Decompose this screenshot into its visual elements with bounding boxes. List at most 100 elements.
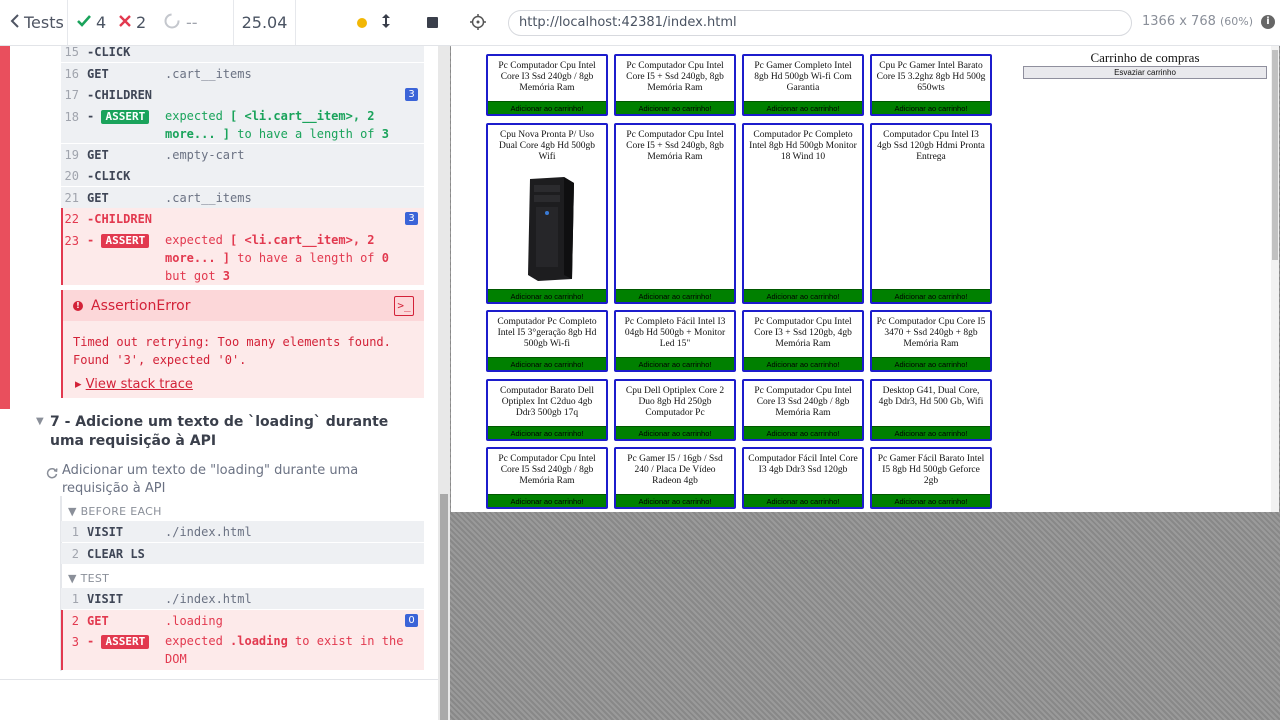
command-row[interactable]: 16 GET .cart__items — [61, 63, 424, 84]
add-to-cart-button[interactable]: Adicionar ao carrinho! — [616, 357, 734, 370]
command-row[interactable]: 2 CLEAR LS — [61, 543, 424, 564]
scroll-arrows-icon[interactable] — [381, 13, 391, 33]
product-title: Computador Fácil Intel Core I3 4gb Ddr3 … — [748, 454, 858, 475]
element-count-badge: 3 — [405, 212, 418, 225]
chevron-left-icon — [10, 13, 20, 32]
failed-test-indicator — [0, 46, 10, 409]
product-card: Pc Gamer Fácil Barato Intel I5 8gb Hd 50… — [870, 447, 992, 509]
product-title: Pc Gamer Completo Intel 8gb Hd 500gb Wi-… — [754, 61, 852, 93]
product-card: Cpu Nova Pronta P/ Uso Dual Core 4gb Hd … — [486, 123, 608, 304]
app-under-test-panel: http://localhost:42381/index.html 1366 x… — [450, 0, 1280, 720]
product-title: Pc Computador Cpu Intel Core I5 + Ssd 24… — [626, 130, 724, 162]
selector-playground-icon[interactable] — [470, 14, 486, 30]
passed-count: 4 — [68, 0, 114, 45]
assert-badge: ASSERT — [101, 234, 150, 248]
assertion-error-header: ! AssertionError >_ — [63, 290, 424, 321]
error-title: AssertionError — [91, 297, 191, 314]
product-card: Pc Gamer Completo Intel 8gb Hd 500gb Wi-… — [742, 54, 864, 116]
open-in-ide-icon[interactable]: >_ — [394, 296, 414, 316]
product-title: Computador Pc Completo Intel 8gb Hd 500g… — [749, 130, 857, 162]
command-row[interactable]: 20 -CLICK — [61, 165, 424, 186]
command-row[interactable]: 1 VISIT ./index.html — [61, 521, 424, 542]
add-to-cart-button[interactable]: Adicionar ao carrinho! — [872, 289, 990, 302]
product-title: Computador Barato Dell Optiplex Int C2du… — [500, 386, 594, 418]
before-each-hook[interactable]: ▼ BEFORE EACH — [68, 505, 162, 518]
add-to-cart-button[interactable]: Adicionar ao carrinho! — [744, 101, 862, 114]
product-title: Computador Pc Completo Intel I5 3°geraçã… — [497, 317, 597, 349]
add-to-cart-button[interactable]: Adicionar ao carrinho! — [616, 426, 734, 439]
add-to-cart-button[interactable]: Adicionar ao carrinho! — [488, 426, 606, 439]
info-icon[interactable]: i — [1261, 15, 1275, 29]
product-card: Desktop G41, Dual Core, 4gb Ddr3, Hd 500… — [870, 379, 992, 441]
command-row-failed[interactable]: 3 - ASSERT expected .loading to exist in… — [61, 631, 424, 670]
add-to-cart-button[interactable]: Adicionar ao carrinho! — [744, 357, 862, 370]
product-card: Pc Computador Cpu Intel Core I5 + Ssd 24… — [614, 54, 736, 116]
product-card: Pc Computador Cpu Intel Core I3 Ssd 240g… — [486, 54, 608, 116]
product-card: Computador Barato Dell Optiplex Int C2du… — [486, 379, 608, 441]
command-row-failed[interactable]: 22 -CHILDREN 3 — [61, 208, 424, 229]
product-title: Pc Computador Cpu Intel Core I3 Ssd 240g… — [754, 386, 852, 418]
add-to-cart-button[interactable]: Adicionar ao carrinho! — [872, 494, 990, 507]
tests-toggle-button[interactable]: Tests — [0, 0, 68, 45]
command-row-failed[interactable]: 23 - ASSERT expected [ <li.cart__item>, … — [61, 229, 424, 285]
product-card: Computador Pc Completo Intel I5 3°geraçã… — [486, 310, 608, 372]
add-to-cart-button[interactable]: Adicionar ao carrinho! — [616, 101, 734, 114]
add-to-cart-button[interactable]: Adicionar ao carrinho! — [744, 289, 862, 302]
add-to-cart-button[interactable]: Adicionar ao carrinho! — [616, 289, 734, 302]
add-to-cart-button[interactable]: Adicionar ao carrinho! — [872, 101, 990, 114]
viewport-size: 1366 x 768 (60%) — [1142, 14, 1254, 29]
add-to-cart-button[interactable]: Adicionar ao carrinho! — [488, 357, 606, 370]
product-title: Pc Computador Cpu Intel Core I3 + Ssd 12… — [754, 317, 852, 349]
product-card: Cpu Pc Gamer Intel Barato Core I5 3.2ghz… — [870, 54, 992, 116]
command-row[interactable]: 18 - ASSERT expected [ <li.cart__item>, … — [61, 105, 424, 143]
product-title: Pc Computador Cpu Intel Core I5 + Ssd 24… — [626, 61, 724, 93]
collapse-caret-icon[interactable]: ▼ — [36, 416, 44, 427]
url-display[interactable]: http://localhost:42381/index.html — [508, 10, 1132, 36]
auto-scroll-dot-icon[interactable] — [357, 17, 367, 28]
failed-command-marker — [61, 208, 63, 285]
add-to-cart-button[interactable]: Adicionar ao carrinho! — [616, 494, 734, 507]
add-to-cart-button[interactable]: Adicionar ao carrinho! — [488, 101, 606, 114]
running-spinner-icon — [46, 464, 58, 483]
assert-badge: ASSERT — [101, 635, 150, 649]
pending-count: -- — [160, 0, 234, 45]
pending-circle-icon — [164, 13, 180, 33]
view-stack-trace-link[interactable]: ▸ View stack trace — [63, 369, 424, 392]
add-to-cart-button[interactable]: Adicionar ao carrinho! — [744, 426, 862, 439]
suite-title[interactable]: 7 - Adicione um texto de `loading` duran… — [50, 413, 426, 451]
product-title: Cpu Pc Gamer Intel Barato Core I5 3.2ghz… — [876, 61, 986, 93]
assert-badge: ASSERT — [101, 110, 150, 124]
app-iframe: Pc Computador Cpu Intel Core I3 Ssd 240g… — [451, 46, 1279, 512]
element-count-badge: 0 — [405, 614, 418, 627]
command-row[interactable]: 17 -CHILDREN 3 — [61, 84, 424, 105]
add-to-cart-button[interactable]: Adicionar ao carrinho! — [872, 357, 990, 370]
test-body-hook[interactable]: ▼ TEST — [68, 572, 109, 585]
element-count-badge: 3 — [405, 88, 418, 101]
product-title: Pc Computador Cpu Core I5 3470 + Ssd 240… — [876, 317, 986, 349]
command-row[interactable]: 21 GET .cart__items — [61, 187, 424, 208]
command-log: 15 -CLICK 16 GET .cart__items 17 -CHILDR… — [0, 46, 438, 720]
command-row[interactable]: 1 VISIT ./index.html — [61, 588, 424, 609]
product-title: Pc Computador Cpu Intel Core I3 Ssd 240g… — [498, 61, 596, 93]
cypress-reporter: Tests 4 2 -- 25.04 15 -CLICK 16 GET .car… — [0, 0, 450, 720]
app-scrollbar[interactable] — [1271, 46, 1279, 512]
add-to-cart-button[interactable]: Adicionar ao carrinho! — [872, 426, 990, 439]
product-card: Computador Pc Completo Intel 8gb Hd 500g… — [742, 123, 864, 304]
stop-icon[interactable] — [427, 17, 438, 28]
product-card: Pc Computador Cpu Intel Core I5 Ssd 240g… — [486, 447, 608, 509]
add-to-cart-button[interactable]: Adicionar ao carrinho! — [488, 494, 606, 507]
product-card: Pc Computador Cpu Intel Core I3 Ssd 240g… — [742, 379, 864, 441]
product-title: Cpu Dell Optiplex Core 2 Duo 8gb Hd 250g… — [625, 386, 725, 418]
run-controls — [296, 0, 450, 45]
error-icon: ! — [73, 300, 83, 311]
command-row[interactable]: 15 -CLICK — [61, 46, 424, 62]
command-row-failed[interactable]: 2 GET .loading 0 — [61, 610, 424, 631]
test-title[interactable]: Adicionar um texto de "loading" durante … — [62, 462, 402, 498]
command-row[interactable]: 19 GET .empty-cart — [61, 144, 424, 165]
empty-cart-button[interactable]: Esvaziar carrinho — [1023, 66, 1267, 79]
product-title: Cpu Nova Pronta P/ Uso Dual Core 4gb Hd … — [498, 130, 596, 162]
product-title: Pc Completo Fácil Intel I3 04gb Hd 500gb… — [624, 317, 726, 349]
add-to-cart-button[interactable]: Adicionar ao carrinho! — [744, 494, 862, 507]
reporter-scrollbar[interactable] — [438, 46, 450, 720]
add-to-cart-button[interactable]: Adicionar ao carrinho! — [488, 289, 606, 302]
